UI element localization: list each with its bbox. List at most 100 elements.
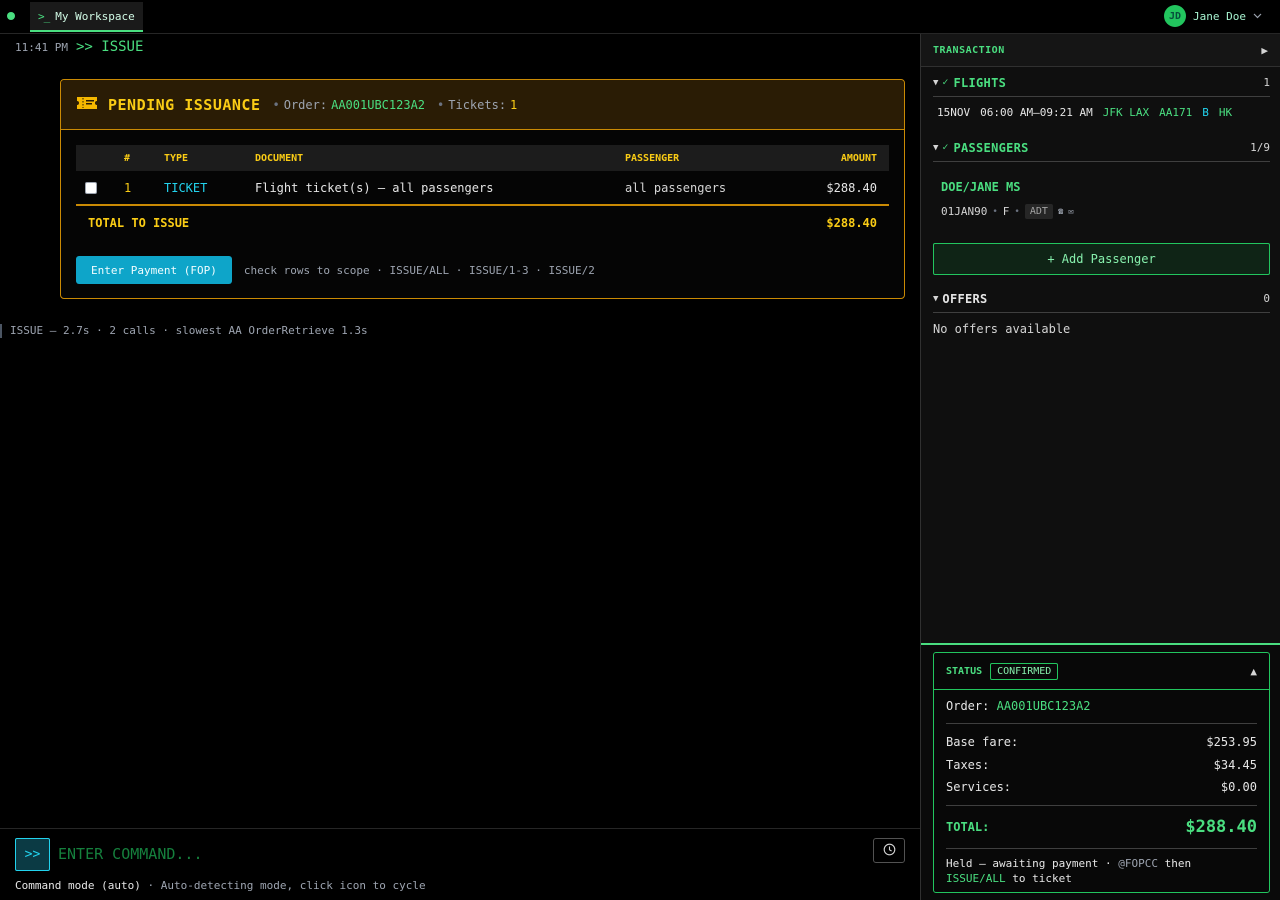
mode-hint: · Auto-detecting mode, click icon to cyc… xyxy=(147,879,426,892)
held-command: @FOPCC xyxy=(1118,856,1158,870)
services-value: $0.00 xyxy=(1220,780,1257,795)
passenger-gender: F xyxy=(1002,205,1010,218)
taxes-label: Taxes: xyxy=(946,757,990,772)
segment-route: JFK LAX xyxy=(1102,106,1150,119)
column-header-type: TYPE xyxy=(164,152,189,164)
phone-icon: ☎ xyxy=(1057,206,1064,217)
chevron-down-icon xyxy=(1253,11,1262,22)
issuance-header: PENDING ISSUANCE • Order: AA001UBC123A2 … xyxy=(61,80,904,130)
select-column-header xyxy=(76,145,112,171)
held-issue-command: ISSUE/ALL xyxy=(946,871,1006,885)
transaction-panel: TRANSACTION ▶ ▼ ✓ FLIGHTS 1 15NOV 06:00 … xyxy=(920,34,1280,900)
issuance-title: PENDING ISSUANCE xyxy=(108,95,261,114)
status-card: STATUS CONFIRMED ▲ Order: AA001UBC123A2 … xyxy=(933,652,1270,893)
segment-flight: AA171 xyxy=(1159,106,1193,119)
collapse-panel-icon[interactable]: ▶ xyxy=(1261,44,1268,57)
segment-time: 06:00 AM–09:21 AM xyxy=(980,106,1093,119)
offers-empty-text: No offers available xyxy=(933,322,1071,336)
order-label: Order: xyxy=(283,97,328,112)
status-body: Order: AA001UBC123A2 Base fare: $253.95 … xyxy=(934,690,1269,886)
row-amount: $288.40 xyxy=(826,180,877,195)
row-passenger: all passengers xyxy=(625,180,727,195)
add-passenger-button[interactable]: + Add Passenger xyxy=(933,243,1270,275)
offers-count: 0 xyxy=(1263,292,1270,305)
column-header-document: DOCUMENT xyxy=(255,152,304,164)
passenger-details: 01JAN90 • F • ADT ☎ ✉ xyxy=(941,204,1074,219)
avatar: JD xyxy=(1164,5,1187,27)
services-row: Services: $0.00 xyxy=(946,776,1257,799)
flights-section: ▼ ✓ FLIGHTS 1 15NOV 06:00 AM–09:21 AM JF… xyxy=(933,69,1270,119)
scope-hint: check rows to scope · ISSUE/ALL · ISSUE/… xyxy=(243,263,595,277)
user-menu[interactable]: JD Jane Doe xyxy=(1164,5,1262,27)
column-header-number: # xyxy=(124,152,131,164)
table-header-row: # TYPE DOCUMENT PASSENGER AMOUNT xyxy=(76,145,889,171)
connection-status-dot xyxy=(7,12,15,20)
command-bar: >> Command mode (auto) · Auto-detecting … xyxy=(0,828,920,900)
tickets-meta: • Tickets: 1 xyxy=(437,97,518,112)
base-fare-value: $253.95 xyxy=(1206,735,1257,750)
status-total-row: TOTAL: $288.40 xyxy=(946,806,1257,849)
flights-section-header[interactable]: ▼ ✓ FLIGHTS 1 xyxy=(933,69,1270,97)
segment-date: 15NOV xyxy=(937,106,971,119)
status-order-value: AA001UBC123A2 xyxy=(996,699,1091,713)
total-value: $288.40 xyxy=(826,215,877,230)
segment-class: B xyxy=(1202,106,1209,119)
mode-cycle-button[interactable]: >> xyxy=(15,838,50,871)
held-end: to ticket xyxy=(1012,871,1072,885)
payment-row: Enter Payment (FOP) check rows to scope … xyxy=(76,256,595,284)
taxes-row: Taxes: $34.45 xyxy=(946,754,1257,777)
order-meta: • Order: AA001UBC123A2 xyxy=(272,97,426,112)
pending-issuance-card: PENDING ISSUANCE • Order: AA001UBC123A2 … xyxy=(60,79,905,299)
panel-title: TRANSACTION xyxy=(933,44,1005,56)
row-number: 1 xyxy=(124,180,132,195)
row-select-checkbox[interactable] xyxy=(85,182,97,194)
terminal-icon: >_ xyxy=(38,9,50,23)
mode-name: Command mode (auto) xyxy=(15,879,141,892)
column-header-amount: AMOUNT xyxy=(840,152,877,164)
passenger-name[interactable]: DOE/JANE MS xyxy=(933,162,1270,194)
top-bar: >_ My Workspace JD Jane Doe xyxy=(0,0,1280,34)
tab-label: My Workspace xyxy=(55,9,135,23)
email-icon: ✉ xyxy=(1068,206,1074,217)
check-icon: ✓ xyxy=(942,77,949,88)
fare-breakdown: Base fare: $253.95 Taxes: $34.45 Service… xyxy=(946,724,1257,806)
offers-label: OFFERS xyxy=(942,291,988,306)
order-value: AA001UBC123A2 xyxy=(331,97,426,112)
main-area: 11:41 PM >> ISSUE PENDING ISSUANCE • Ord… xyxy=(0,34,920,900)
status-total-label: TOTAL: xyxy=(946,819,990,834)
flights-count: 1 xyxy=(1263,76,1270,89)
column-header-passenger: PASSENGER xyxy=(625,152,680,164)
total-label: TOTAL TO ISSUE xyxy=(88,215,190,230)
enter-payment-button[interactable]: Enter Payment (FOP) xyxy=(76,256,232,284)
collapse-status-icon[interactable]: ▲ xyxy=(1250,665,1257,678)
status-header: STATUS CONFIRMED ▲ xyxy=(934,653,1269,690)
status-badge: CONFIRMED xyxy=(990,662,1059,680)
services-label: Services: xyxy=(946,780,1012,795)
status-label: STATUS xyxy=(946,665,983,677)
history-button[interactable] xyxy=(873,838,905,863)
status-order: Order: AA001UBC123A2 xyxy=(946,690,1257,724)
status-order-label: Order: xyxy=(946,699,990,713)
total-row: TOTAL TO ISSUE $288.40 xyxy=(76,205,889,239)
held-note: Held — awaiting payment · @FOPCC then IS… xyxy=(946,849,1257,886)
command-input[interactable] xyxy=(58,841,838,867)
ticket-icon xyxy=(76,95,98,114)
flight-segment[interactable]: 15NOV 06:00 AM–09:21 AM JFK LAX AA171 B … xyxy=(933,97,1270,119)
offers-section-header[interactable]: ▼ OFFERS 0 xyxy=(933,285,1270,313)
mode-status: Command mode (auto) · Auto-detecting mod… xyxy=(15,879,426,892)
issuance-table: # TYPE DOCUMENT PASSENGER AMOUNT 1 TICKE… xyxy=(76,145,889,239)
row-document: Flight ticket(s) — all passengers xyxy=(255,180,494,195)
held-text: Held — awaiting payment · xyxy=(946,856,1112,870)
base-fare-label: Base fare: xyxy=(946,735,1019,750)
expand-triangle-icon: ▼ xyxy=(933,77,939,88)
passengers-section-header[interactable]: ▼ ✓ PASSENGERS 1/9 xyxy=(933,134,1270,162)
held-then: then xyxy=(1164,856,1192,870)
tickets-value: 1 xyxy=(510,97,518,112)
passenger-type-badge: ADT xyxy=(1024,204,1053,219)
tab-my-workspace[interactable]: >_ My Workspace xyxy=(30,2,143,32)
passengers-section: ▼ ✓ PASSENGERS 1/9 DOE/JANE MS 01JAN90 •… xyxy=(933,134,1270,219)
tickets-label: Tickets: xyxy=(448,97,507,112)
passenger-dob: 01JAN90 xyxy=(941,205,988,218)
passengers-count: 1/9 xyxy=(1250,141,1270,154)
clock-icon xyxy=(883,843,896,859)
